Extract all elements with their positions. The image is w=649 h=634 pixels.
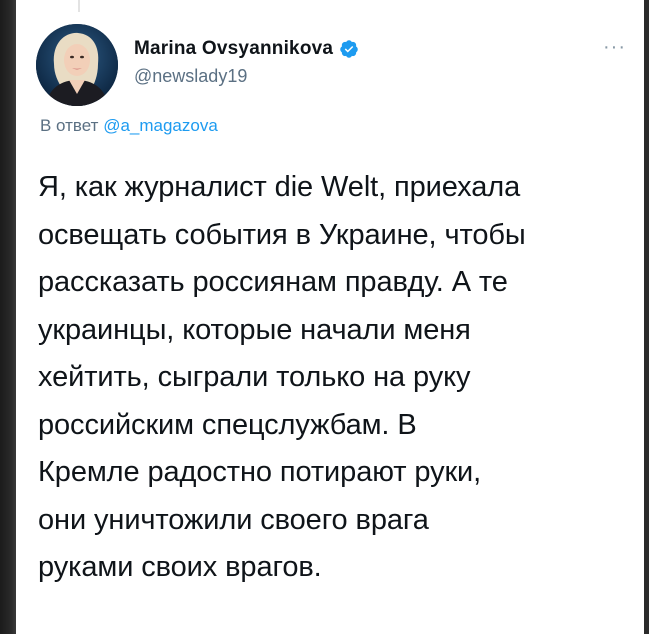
- tweet-text-line: украинцы, которые начали меня: [38, 313, 471, 346]
- tweet-header: Marina Ovsyannikova @newslady19 ···: [36, 18, 632, 108]
- reply-prefix: В ответ: [40, 116, 99, 135]
- display-name[interactable]: Marina Ovsyannikova: [134, 38, 333, 60]
- tweet-text-line: рассказать россиянам правду. А те: [38, 266, 508, 298]
- author-names: Marina Ovsyannikova @newslady19: [134, 38, 359, 87]
- tweet-text: Я, как журналист die Welt, приехала осве…: [38, 164, 634, 592]
- tweet-text-line: освещать события в Украине, чтобы: [38, 218, 526, 251]
- tweet-text-line: Я, как журналист die Welt, приехала: [38, 171, 521, 203]
- tweet-text-line: хейтить, сыграли только на руку: [38, 361, 471, 393]
- left-dark-edge: [0, 0, 16, 634]
- tweet-card[interactable]: Marina Ovsyannikova @newslady19 ··· В от…: [36, 18, 632, 583]
- top-edge-mark: [78, 0, 80, 12]
- reply-context: В ответ @a_magazova: [40, 116, 218, 136]
- tweet-text-line: они уничтожили своего врага: [38, 503, 429, 536]
- tweet-text-line: российским спецслужбам. В: [38, 408, 417, 441]
- avatar-photo: [36, 24, 118, 106]
- right-dark-edge: [644, 0, 649, 634]
- tweet-text-line: Кремле радостно потирают руки,: [38, 456, 482, 488]
- avatar[interactable]: [36, 24, 118, 106]
- more-options-icon[interactable]: ···: [603, 36, 626, 59]
- author-handle[interactable]: @newslady19: [134, 66, 359, 87]
- verified-badge-icon: [339, 39, 359, 59]
- tweet-text-line: руками своих врагов.: [38, 551, 322, 583]
- display-name-row: Marina Ovsyannikova: [134, 38, 359, 60]
- screenshot-page: Marina Ovsyannikova @newslady19 ··· В от…: [0, 0, 649, 634]
- reply-mention-link[interactable]: @a_magazova: [103, 116, 218, 135]
